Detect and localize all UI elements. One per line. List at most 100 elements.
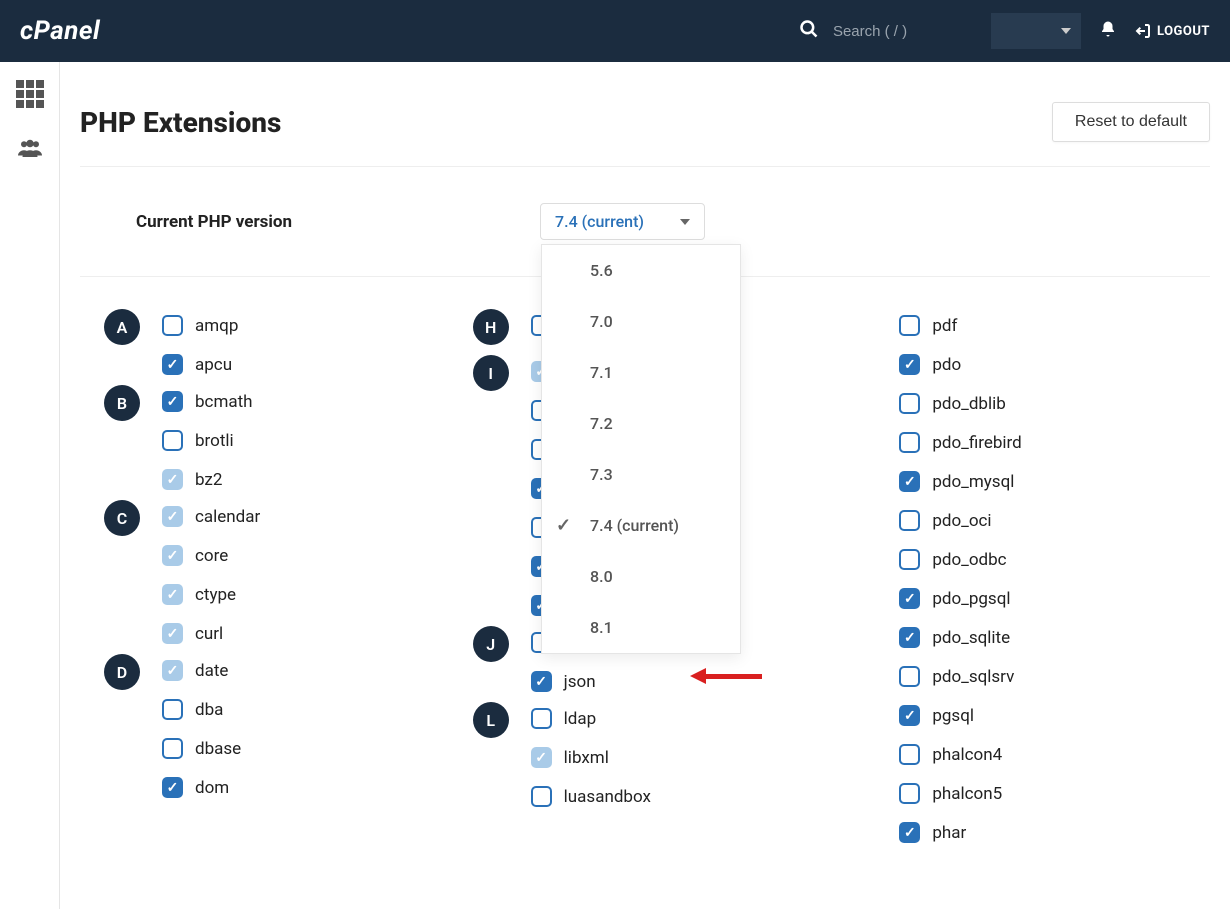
cpanel-logo[interactable]: cPanel — [20, 16, 100, 46]
extension-checkbox[interactable] — [162, 315, 183, 336]
header-right: LOGOUT — [799, 13, 1210, 49]
extension-checkbox[interactable]: ✓ — [162, 777, 183, 798]
version-option[interactable]: 7.2 — [542, 398, 740, 449]
extension-item: dba — [162, 699, 241, 720]
user-menu[interactable] — [991, 13, 1081, 49]
version-option[interactable]: 7.0 — [542, 296, 740, 347]
extension-checkbox[interactable] — [899, 744, 920, 765]
logout-button[interactable]: LOGOUT — [1135, 23, 1210, 39]
extension-item: amqp — [162, 315, 238, 336]
extension-group: pdf✓pdopdo_dblibpdo_firebird✓pdo_mysqlpd… — [841, 309, 1210, 843]
search-icon[interactable] — [799, 19, 819, 43]
letter-badge: D — [104, 654, 140, 690]
extension-label: ldap — [564, 709, 597, 729]
extension-item: pdo_sqlsrv — [899, 666, 1021, 687]
version-option[interactable]: 7.1 — [542, 347, 740, 398]
extension-label: pgsql — [932, 706, 974, 726]
extension-checkbox: ✓ — [162, 506, 183, 527]
version-option[interactable]: 7.3 — [542, 449, 740, 500]
apps-grid-icon[interactable] — [16, 80, 44, 108]
extension-checkbox[interactable]: ✓ — [899, 822, 920, 843]
extension-item: pdo_firebird — [899, 432, 1021, 453]
extension-checkbox[interactable] — [162, 430, 183, 451]
extension-item: ✓ calendar — [162, 506, 260, 527]
extension-label: libxml — [564, 748, 609, 768]
extension-checkbox[interactable]: ✓ — [162, 354, 183, 375]
extension-label: pdo_mysql — [932, 472, 1014, 492]
extension-label: pdo_odbc — [932, 550, 1006, 570]
extension-label: brotli — [195, 431, 234, 451]
logo-text: cPanel — [20, 16, 100, 46]
section-head: PHP Extensions Reset to default — [80, 62, 1210, 167]
version-dropdown: 5.67.07.17.27.37.4 (current)8.08.1 — [541, 244, 741, 654]
extension-checkbox[interactable]: ✓ — [899, 354, 920, 375]
extension-label: json — [564, 672, 596, 692]
extension-checkbox[interactable] — [899, 549, 920, 570]
extension-checkbox[interactable]: ✓ — [899, 588, 920, 609]
extension-item: phalcon4 — [899, 744, 1021, 765]
extension-checkbox[interactable] — [162, 699, 183, 720]
header-left: cPanel — [20, 16, 100, 46]
version-row: Current PHP version 7.4 (current) 5.67.0… — [80, 167, 1210, 277]
extension-item: ✓curl — [162, 623, 260, 644]
logout-label: LOGOUT — [1157, 24, 1210, 39]
extension-label: pdo_firebird — [932, 433, 1021, 453]
extension-label: pdf — [932, 316, 957, 336]
extension-checkbox[interactable] — [899, 783, 920, 804]
search-wrap — [799, 19, 973, 43]
extension-checkbox[interactable]: ✓ — [899, 705, 920, 726]
extension-checkbox[interactable]: ✓ — [531, 671, 552, 692]
letter-badge: H — [473, 309, 509, 345]
extension-item: luasandbox — [531, 786, 651, 807]
extension-label: amqp — [195, 316, 238, 336]
extension-checkbox[interactable]: ✓ — [162, 391, 183, 412]
extension-label: calendar — [195, 507, 260, 527]
extension-item: ✓date — [162, 660, 241, 681]
extension-label: bz2 — [195, 470, 222, 490]
extension-item: phalcon5 — [899, 783, 1021, 804]
bell-icon[interactable] — [1099, 20, 1117, 43]
extension-item: pdo_oci — [899, 510, 1021, 531]
extension-group: D✓datedbadbase✓dom — [104, 654, 473, 798]
extension-item: ✓bcmath — [162, 391, 253, 412]
extension-checkbox[interactable] — [162, 738, 183, 759]
extension-checkbox: ✓ — [531, 747, 552, 768]
extension-item: ✓pdo_pgsql — [899, 588, 1021, 609]
extension-label: phalcon5 — [932, 784, 1002, 804]
version-option[interactable]: 5.6 — [542, 245, 740, 296]
extension-checkbox[interactable] — [531, 708, 552, 729]
letter-badge: I — [473, 355, 509, 391]
php-version-select[interactable]: 7.4 (current) 5.67.07.17.27.37.4 (curren… — [540, 203, 705, 240]
extension-checkbox[interactable] — [899, 666, 920, 687]
extension-checkbox: ✓ — [162, 545, 183, 566]
extension-checkbox[interactable] — [899, 432, 920, 453]
version-option[interactable]: 8.0 — [542, 551, 740, 602]
reset-to-default-button[interactable]: Reset to default — [1052, 102, 1210, 142]
extension-label: pdo_dblib — [932, 394, 1005, 414]
extension-item: ✓ctype — [162, 584, 260, 605]
extension-checkbox[interactable] — [531, 786, 552, 807]
extension-item: ✓ json — [531, 671, 605, 692]
extension-item: pdo_dblib — [899, 393, 1021, 414]
version-option[interactable]: 8.1 — [542, 602, 740, 653]
extension-checkbox[interactable] — [899, 315, 920, 336]
extension-checkbox[interactable]: ✓ — [899, 471, 920, 492]
extension-item: ✓pdo_sqlite — [899, 627, 1021, 648]
extension-item: ✓dom — [162, 777, 241, 798]
extension-checkbox[interactable] — [899, 393, 920, 414]
version-option[interactable]: 7.4 (current) — [542, 500, 740, 551]
letter-badge: B — [104, 385, 140, 421]
extension-items: pdf✓pdopdo_dblibpdo_firebird✓pdo_mysqlpd… — [899, 309, 1021, 843]
extension-label: ctype — [195, 585, 236, 605]
extension-item: ✓bz2 — [162, 469, 253, 490]
extension-checkbox[interactable] — [899, 510, 920, 531]
users-icon[interactable] — [15, 136, 45, 167]
page-title: PHP Extensions — [80, 106, 281, 139]
extension-items: ldap ✓ libxml luasandbox — [531, 702, 651, 807]
extension-label: luasandbox — [564, 787, 651, 807]
version-selected-text: 7.4 (current) — [555, 212, 644, 231]
search-input[interactable] — [833, 23, 973, 40]
extension-checkbox[interactable]: ✓ — [899, 627, 920, 648]
chevron-down-icon — [1061, 28, 1071, 34]
annotation-arrow — [690, 668, 762, 684]
